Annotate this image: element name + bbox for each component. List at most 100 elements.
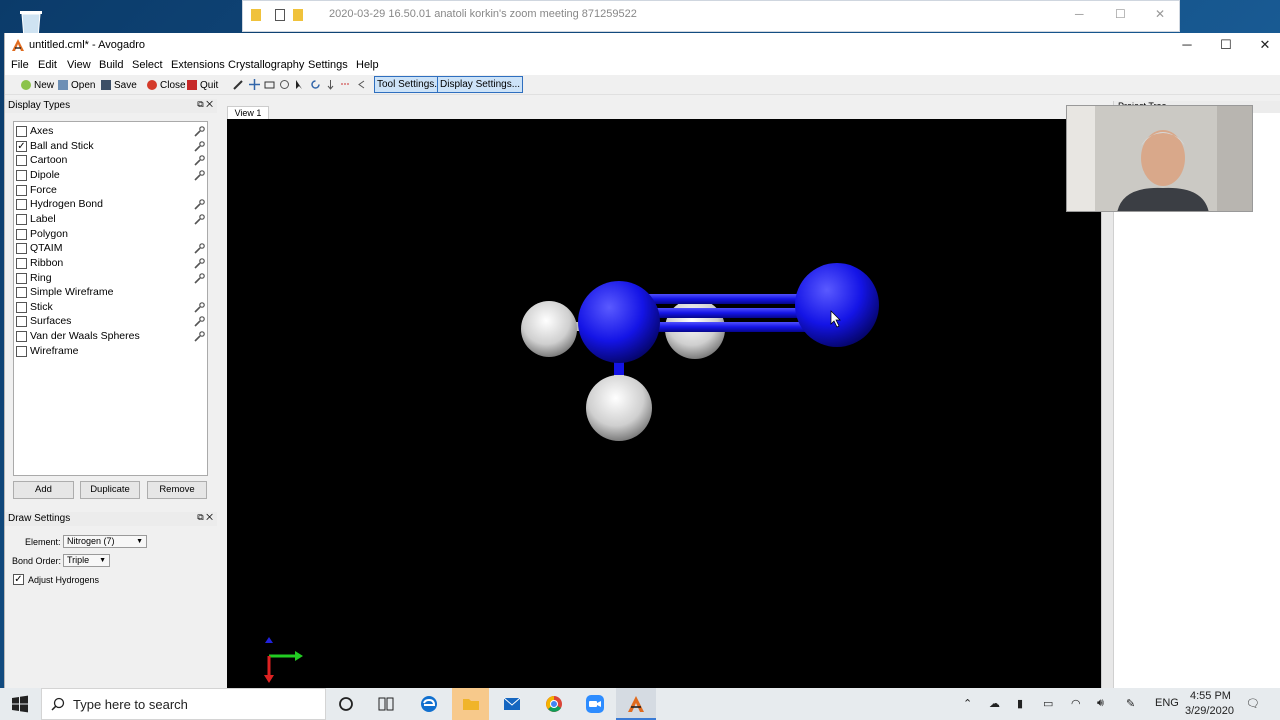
display-type-item[interactable]: Ribbon <box>14 257 207 271</box>
avogadro-taskbar-active[interactable] <box>616 688 656 720</box>
close-icon[interactable]: ✕ <box>1155 7 1165 21</box>
menu-help[interactable]: Help <box>356 59 379 71</box>
remove-button[interactable]: Remove <box>147 481 207 499</box>
microphone-icon[interactable]: ▮ <box>1017 697 1023 710</box>
display-type-item[interactable]: Label <box>14 213 207 227</box>
windows-start-icon[interactable] <box>10 694 30 714</box>
close-button[interactable]: ✕ <box>1255 37 1275 53</box>
navigate-tool-icon[interactable] <box>249 79 260 90</box>
menu-crystallography[interactable]: Crystallography <box>228 59 304 71</box>
display-type-item[interactable]: QTAIM <box>14 242 207 256</box>
display-type-checkbox[interactable] <box>16 316 27 328</box>
zoom-icon[interactable] <box>585 694 605 714</box>
wrench-icon[interactable] <box>194 199 205 210</box>
display-type-item[interactable]: Dipole <box>14 169 207 183</box>
display-type-checkbox[interactable] <box>16 331 27 343</box>
wrench-icon[interactable] <box>194 301 205 313</box>
menu-edit[interactable]: Edit <box>38 59 57 71</box>
draw-tool-icon[interactable] <box>233 79 244 90</box>
chrome-icon[interactable] <box>544 694 564 714</box>
display-type-item[interactable]: Force <box>14 184 207 198</box>
wrench-icon[interactable] <box>194 331 205 342</box>
display-type-checkbox[interactable] <box>16 199 27 211</box>
volume-icon[interactable]: 🔊︎ <box>1097 697 1104 710</box>
pen-icon[interactable]: ✎ <box>1126 697 1135 710</box>
display-type-checkbox[interactable] <box>16 243 27 255</box>
display-type-item[interactable]: Van der Waals Spheres <box>14 330 207 344</box>
auto-optimize-tool-icon[interactable] <box>325 79 336 90</box>
wrench-icon[interactable] <box>194 140 205 152</box>
wrench-icon[interactable] <box>194 316 205 328</box>
wrench-icon[interactable] <box>194 155 205 166</box>
display-type-checkbox[interactable] <box>16 345 27 357</box>
menu-file[interactable]: File <box>11 59 29 71</box>
display-type-checkbox[interactable] <box>16 257 27 269</box>
align-tool-icon[interactable] <box>356 79 367 90</box>
maximize-icon[interactable]: ☐ <box>1115 7 1126 21</box>
tool-settings-button[interactable]: Tool Settings... <box>374 76 446 93</box>
display-type-item[interactable]: Wireframe <box>14 345 207 359</box>
wrench-icon[interactable] <box>194 214 205 225</box>
display-type-item[interactable]: Simple Wireframe <box>14 286 207 300</box>
display-type-checkbox[interactable] <box>16 287 27 299</box>
element-select[interactable]: Nitrogen (7) ▼ <box>63 535 147 548</box>
display-settings-button[interactable]: Display Settings... <box>437 76 524 93</box>
display-type-item[interactable]: Ring <box>14 272 207 286</box>
notifications-icon[interactable]: 🗨︎ <box>1246 697 1260 710</box>
menu-select[interactable]: Select <box>132 59 163 71</box>
open-button[interactable]: Open <box>58 77 95 93</box>
onedrive-icon[interactable]: ☁ <box>989 697 1000 710</box>
display-type-item[interactable]: Surfaces <box>14 315 207 329</box>
clock-time[interactable]: 4:55 PM <box>1190 690 1231 702</box>
display-type-item[interactable]: Polygon <box>14 228 207 242</box>
taskbar-search[interactable]: Type here to search <box>41 688 326 720</box>
display-type-checkbox[interactable] <box>16 213 27 225</box>
display-type-checkbox[interactable] <box>16 126 27 137</box>
display-type-checkbox[interactable] <box>16 228 27 240</box>
save-button[interactable]: Save <box>101 77 137 93</box>
dock-float-close-icons[interactable]: ⧉ ✕ <box>197 512 213 523</box>
tab-view-1[interactable]: View 1 <box>227 106 269 120</box>
nitrogen-atom[interactable] <box>795 263 879 347</box>
menu-view[interactable]: View <box>67 59 91 71</box>
wrench-icon[interactable] <box>194 170 205 181</box>
quit-button[interactable]: Quit <box>187 77 218 93</box>
zoom-recording-window[interactable]: 2020-03-29 16.50.01 anatoli korkin's zoo… <box>242 0 1180 32</box>
manipulate-tool-icon[interactable] <box>279 79 290 90</box>
display-type-item[interactable]: Stick <box>14 301 207 315</box>
battery-icon[interactable]: ▭ <box>1043 697 1053 710</box>
wifi-icon[interactable]: ◠ <box>1071 697 1081 710</box>
hydrogen-atom[interactable] <box>521 301 577 357</box>
display-type-item[interactable]: Hydrogen Bond <box>14 198 207 212</box>
wrench-icon[interactable] <box>194 272 205 284</box>
dock-float-close-icons[interactable]: ⧉ ✕ <box>197 99 213 110</box>
task-view-icon[interactable] <box>376 694 396 714</box>
duplicate-button[interactable]: Duplicate <box>80 481 140 499</box>
add-button[interactable]: Add <box>13 481 74 499</box>
clock-date[interactable]: 3/29/2020 <box>1185 705 1234 717</box>
show-hidden-icons[interactable]: ⌃ <box>963 697 972 710</box>
minimize-icon[interactable]: ─ <box>1075 7 1084 21</box>
display-type-checkbox[interactable] <box>16 155 27 167</box>
mail-icon[interactable] <box>502 694 522 714</box>
display-type-item[interactable]: Cartoon <box>14 154 207 168</box>
new-button[interactable]: New <box>21 77 54 93</box>
display-type-item[interactable]: ✓ Ball and Stick <box>14 140 207 154</box>
display-type-checkbox[interactable] <box>16 272 27 284</box>
nitrogen-atom[interactable] <box>578 281 660 363</box>
wrench-icon[interactable] <box>194 258 205 269</box>
display-type-checkbox[interactable] <box>16 169 27 181</box>
menu-extensions[interactable]: Extensions <box>171 59 225 71</box>
maximize-button[interactable]: ☐ <box>1216 37 1236 53</box>
edge-browser-icon[interactable] <box>419 694 439 714</box>
display-type-checkbox[interactable] <box>16 184 27 196</box>
language-indicator[interactable]: ENG <box>1155 697 1179 709</box>
display-type-checkbox[interactable] <box>16 301 27 313</box>
molecule-viewport[interactable] <box>227 119 1101 688</box>
measure-tool-icon[interactable] <box>340 79 351 90</box>
display-type-checkbox[interactable]: ✓ <box>16 140 27 152</box>
adjust-hydrogens-checkbox[interactable]: ✓ <box>13 574 24 585</box>
close-file-button[interactable]: Close <box>147 77 186 93</box>
menu-build[interactable]: Build <box>99 59 123 71</box>
cortana-icon[interactable] <box>336 694 356 714</box>
